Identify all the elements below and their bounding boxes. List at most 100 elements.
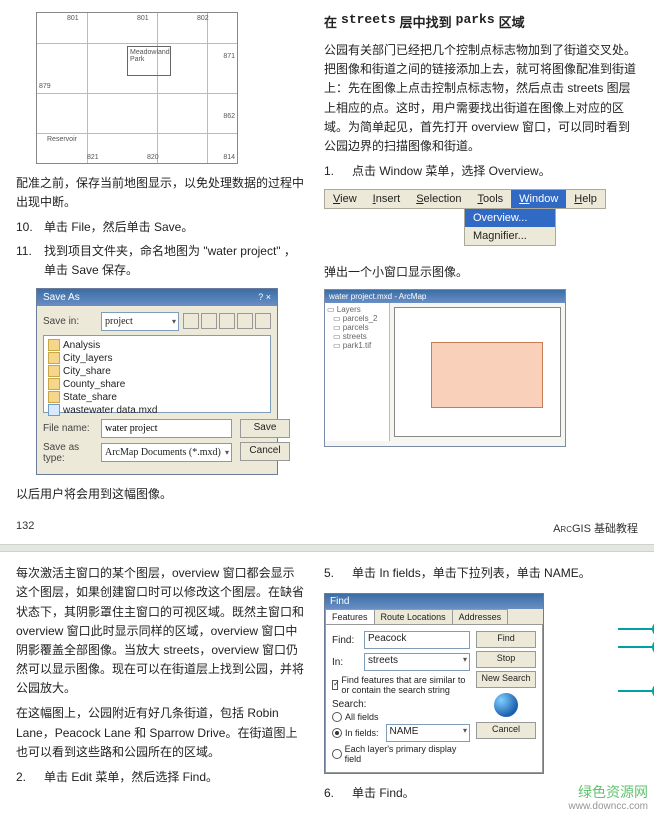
radio-each-layer[interactable]: Each layer's primary display field: [332, 744, 470, 764]
map-label: 821: [87, 154, 99, 161]
infields-combo[interactable]: NAME: [386, 724, 470, 742]
in-combo[interactable]: streets: [364, 653, 470, 671]
left-column-top: 801 801 802 879 871 Reservoir 821 820 86…: [16, 12, 306, 510]
step-5: 5. 单击 In fields，单击下拉列表，单击 NAME。: [324, 564, 638, 583]
page-divider: [0, 544, 654, 552]
para-right-1: 公园有关部门已经把几个控制点标志物加到了街道交叉处。把图像和街道之间的链接添加上…: [324, 41, 638, 156]
map-label: 801: [67, 15, 79, 22]
menubar: View Insert Selection Tools Window Help: [324, 189, 606, 209]
step-6: 6. 单击 Find。: [324, 784, 638, 803]
step-num: 10.: [16, 218, 38, 237]
page-number: 132: [16, 520, 34, 536]
tab-features[interactable]: Features: [325, 609, 375, 624]
step-11: 11. 找到项目文件夹，命名地图为 "water project" ，单击 Sa…: [16, 242, 306, 280]
tab-route[interactable]: Route Locations: [374, 609, 453, 624]
close-icon[interactable]: ? ×: [258, 292, 271, 303]
list-item: wastewater data.mxd: [48, 404, 266, 417]
savein-label: Save in:: [43, 316, 97, 327]
page-bottom: 每次激活主窗口的某个图层，overview 窗口都会显示这个图层，如果创建窗口时…: [0, 552, 654, 815]
menu-selection[interactable]: Selection: [408, 190, 469, 208]
up-icon[interactable]: [183, 313, 199, 329]
folder-icon: [48, 378, 60, 390]
newsearch-button[interactable]: New Search: [476, 671, 536, 688]
step-text: 单击 Find。: [352, 784, 415, 803]
desktop-icon[interactable]: [201, 313, 217, 329]
file-list[interactable]: Analysis City_layers City_share County_s…: [43, 335, 271, 413]
folder-icon: [48, 339, 60, 351]
globe-icon: [494, 693, 518, 717]
park-label: Meadowland Park: [130, 49, 170, 63]
find-dialog: Find Features Route Locations Addresses …: [324, 593, 544, 774]
map-label: 871: [223, 53, 235, 60]
save-button[interactable]: Save: [240, 419, 290, 438]
step-1: 1. 点击 Window 菜单，选择 Overview。: [324, 162, 638, 181]
menu-help[interactable]: Help: [566, 190, 605, 208]
similar-checkbox[interactable]: Find features that are similar to or con…: [332, 675, 470, 695]
folder-icon: [48, 365, 60, 377]
menu-insert[interactable]: Insert: [365, 190, 409, 208]
radio-all-fields[interactable]: All fields: [332, 712, 470, 722]
saveas-dialog: Save As ? × Save in: project: [36, 288, 278, 475]
overview-title: water project.mxd - ArcMap: [325, 290, 565, 303]
checkbox-icon: [332, 680, 338, 690]
window-submenu: Overview... Magnifier...: [464, 208, 556, 246]
find-button[interactable]: Find: [476, 631, 536, 648]
menubar-figure: View Insert Selection Tools Window Help …: [324, 189, 638, 247]
search-label: Search:: [332, 699, 470, 710]
map-label: 802: [197, 15, 209, 22]
cancel-button[interactable]: Cancel: [476, 722, 536, 739]
para-before-save: 配准之前，保存当前地图显示，以免处理数据的过程中出现中断。: [16, 174, 306, 212]
find-tabs: Features Route Locations Addresses: [325, 609, 543, 625]
step-text: 单击 File，然后单击 Save。: [44, 218, 193, 237]
details-icon[interactable]: [255, 313, 271, 329]
find-label: Find:: [332, 635, 360, 646]
section-heading: 在 streets 层中找到 parks 区域: [324, 12, 638, 31]
step-num: 6.: [324, 784, 346, 803]
menu-window[interactable]: Window: [511, 190, 566, 208]
overview-highlight: [431, 342, 543, 408]
tab-addresses[interactable]: Addresses: [452, 609, 509, 624]
right-column-bot: 5. 单击 In fields，单击下拉列表，单击 NAME。 Find Fea…: [324, 564, 638, 807]
para-popup-note: 弹出一个小窗口显示图像。: [324, 263, 638, 282]
find-dialog-wrap: Find Features Route Locations Addresses …: [324, 587, 638, 774]
para-after-save: 以后用户将会用到这幅图像。: [16, 485, 306, 504]
step-text: 点击 Window 菜单，选择 Overview。: [352, 162, 551, 181]
stop-button[interactable]: Stop: [476, 651, 536, 668]
map-label: 879: [39, 83, 51, 90]
radio-icon: [332, 728, 342, 738]
overview-map[interactable]: [394, 307, 561, 437]
step-10: 10. 单击 File，然后单击 Save。: [16, 218, 306, 237]
map-label: Reservoir: [47, 136, 77, 143]
overview-window-figure: water project.mxd - ArcMap ▭ Layers ▭ pa…: [324, 289, 566, 447]
para-bot-1: 每次激活主窗口的某个图层，overview 窗口都会显示这个图层，如果创建窗口时…: [16, 564, 306, 698]
page-footer: 132 ArcGIS 基础教程: [16, 520, 638, 536]
list-icon[interactable]: [237, 313, 253, 329]
savein-combo[interactable]: project: [101, 312, 179, 331]
map-label: 814: [223, 154, 235, 161]
find-buttons: Find Stop New Search Cancel: [476, 631, 536, 766]
submenu-overview[interactable]: Overview...: [465, 209, 555, 227]
filename-input[interactable]: [101, 419, 232, 438]
list-item: City_layers: [48, 352, 266, 365]
step-text: 单击 Edit 菜单，然后选择 Find。: [44, 768, 218, 787]
step-num: 1.: [324, 162, 346, 181]
radio-icon: [332, 712, 342, 722]
newfolder-icon[interactable]: [219, 313, 235, 329]
list-item: County_share: [48, 378, 266, 391]
savetype-label: Save as type:: [43, 442, 97, 464]
folder-icon: [48, 352, 60, 364]
dialog-title: Save As: [43, 292, 80, 303]
right-column-top: 在 streets 层中找到 parks 区域 公园有关部门已经把几个控制点标志…: [324, 12, 638, 510]
cancel-button[interactable]: Cancel: [240, 442, 290, 461]
radio-in-fields[interactable]: In fields: NAME: [332, 724, 470, 742]
left-column-bot: 每次激活主窗口的某个图层，overview 窗口都会显示这个图层，如果创建窗口时…: [16, 564, 306, 807]
savetype-combo[interactable]: ArcMap Documents (*.mxd): [101, 443, 232, 462]
map-label: 801: [137, 15, 149, 22]
menu-tools[interactable]: Tools: [469, 190, 511, 208]
menu-view[interactable]: View: [325, 190, 365, 208]
find-input[interactable]: Peacock: [364, 631, 470, 649]
step-text: 单击 In fields，单击下拉列表，单击 NAME。: [352, 564, 591, 583]
step-num: 2.: [16, 768, 38, 787]
submenu-magnifier[interactable]: Magnifier...: [465, 227, 555, 245]
park-box: Meadowland Park: [127, 46, 171, 76]
